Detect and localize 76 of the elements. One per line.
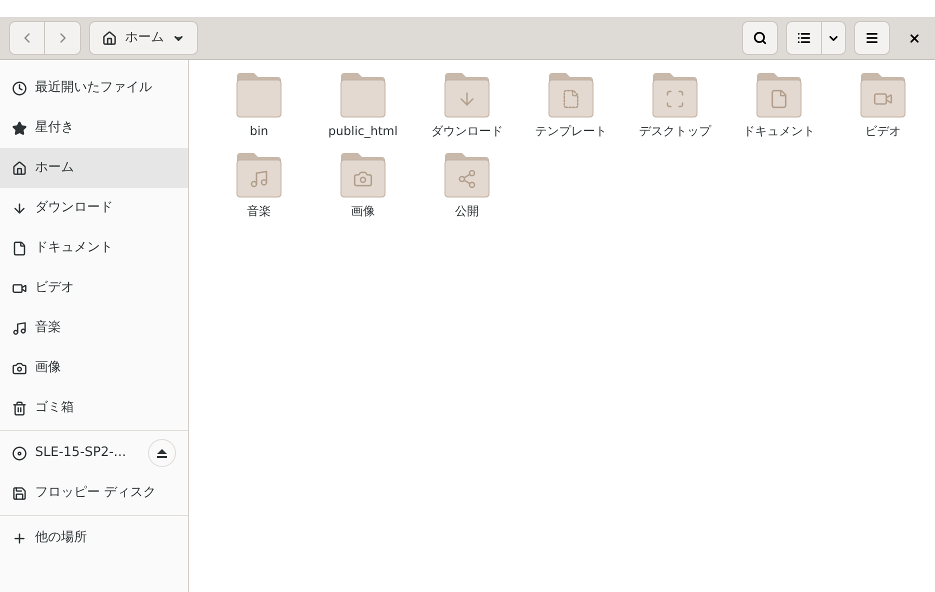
folder-icon: [235, 72, 283, 118]
folder-with-emblem-icon: [547, 72, 595, 118]
camera-icon: [12, 360, 27, 376]
clock-icon: [12, 80, 27, 96]
folder-item[interactable]: 画像: [311, 152, 415, 232]
folder-item[interactable]: public_html: [311, 72, 415, 152]
folder-name: 音楽: [247, 203, 271, 220]
folder-with-emblem-icon: [755, 72, 803, 118]
home-icon: [12, 160, 27, 176]
folder-name: デスクトップ: [639, 123, 711, 140]
sidebar-label: 最近開いたファイル: [35, 79, 152, 98]
star-icon: [12, 120, 27, 136]
sidebar-item[interactable]: 最近開いたファイル: [0, 68, 188, 108]
sidebar-item[interactable]: ビデオ: [0, 268, 188, 308]
sidebar-label: 他の場所: [35, 529, 87, 548]
folder-name: 画像: [351, 203, 375, 220]
sidebar-item[interactable]: 音楽: [0, 308, 188, 348]
folder-item[interactable]: 公開: [415, 152, 519, 232]
folder-name: テンプレート: [535, 123, 607, 140]
download-icon: [12, 200, 27, 216]
sidebar-label: 音楽: [35, 319, 61, 338]
sidebar-item[interactable]: 画像: [0, 348, 188, 388]
folder-name: ドキュメント: [743, 123, 815, 140]
folder-with-emblem-icon: [651, 72, 699, 118]
folder-with-emblem-icon: [859, 72, 907, 118]
view-button[interactable]: [786, 21, 822, 55]
trash-icon: [12, 400, 27, 416]
sidebar-item[interactable]: フロッピー ディスク: [0, 473, 188, 513]
folder-item[interactable]: 音楽: [207, 152, 311, 232]
sidebar-item[interactable]: ダウンロード: [0, 188, 188, 228]
sidebar-item[interactable]: 星付き: [0, 108, 188, 148]
eject-button[interactable]: [148, 439, 176, 467]
folder-item[interactable]: ビデオ: [831, 72, 935, 152]
folder-name: bin: [250, 123, 268, 140]
sidebar-item[interactable]: ゴミ箱: [0, 388, 188, 428]
sidebar-label: ドキュメント: [35, 239, 113, 258]
list-view-icon: [797, 31, 811, 45]
folder-name: ダウンロード: [431, 123, 503, 140]
search-icon: [753, 31, 767, 45]
sidebar-item[interactable]: ドキュメント: [0, 228, 188, 268]
sidebar-label: ダウンロード: [35, 199, 113, 218]
folder-name: public_html: [328, 123, 398, 140]
location-button[interactable]: ホーム: [89, 21, 198, 55]
folder-item[interactable]: ドキュメント: [727, 72, 831, 152]
view-options-button[interactable]: [822, 21, 846, 55]
search-button[interactable]: [742, 21, 778, 55]
folder-item[interactable]: デスクトップ: [623, 72, 727, 152]
menu-button[interactable]: [854, 21, 890, 55]
home-icon: [102, 30, 117, 46]
folder-with-emblem-icon: [235, 152, 283, 198]
sidebar-label: ゴミ箱: [35, 399, 74, 418]
sidebar-label: ビデオ: [35, 279, 74, 298]
folder-name: ビデオ: [865, 123, 901, 140]
close-icon: [908, 32, 920, 44]
folder-name: 公開: [455, 203, 479, 220]
folder-with-emblem-icon: [443, 152, 491, 198]
document-icon: [12, 240, 27, 256]
eject-icon: [157, 448, 167, 458]
folder-with-emblem-icon: [339, 152, 387, 198]
folder-item[interactable]: ダウンロード: [415, 72, 519, 152]
sidebar-item[interactable]: SLE-15-SP2-...: [0, 433, 188, 473]
sidebar-item[interactable]: ホーム: [0, 148, 188, 188]
folder-item[interactable]: bin: [207, 72, 311, 152]
plus-icon: [12, 530, 27, 546]
folder-icon: [339, 72, 387, 118]
disc-icon: [12, 446, 27, 460]
folder-item[interactable]: テンプレート: [519, 72, 623, 152]
sidebar-label: フロッピー ディスク: [35, 484, 156, 502]
sidebar-label: SLE-15-SP2-...: [35, 444, 126, 462]
sidebar-label: 画像: [35, 359, 61, 378]
sidebar-item[interactable]: 他の場所: [0, 518, 188, 558]
music-note-icon: [12, 320, 27, 336]
sidebar-label: 星付き: [35, 119, 74, 138]
sidebar-label: ホーム: [35, 159, 74, 178]
menu-icon: [865, 31, 879, 45]
folder-with-emblem-icon: [443, 72, 491, 118]
